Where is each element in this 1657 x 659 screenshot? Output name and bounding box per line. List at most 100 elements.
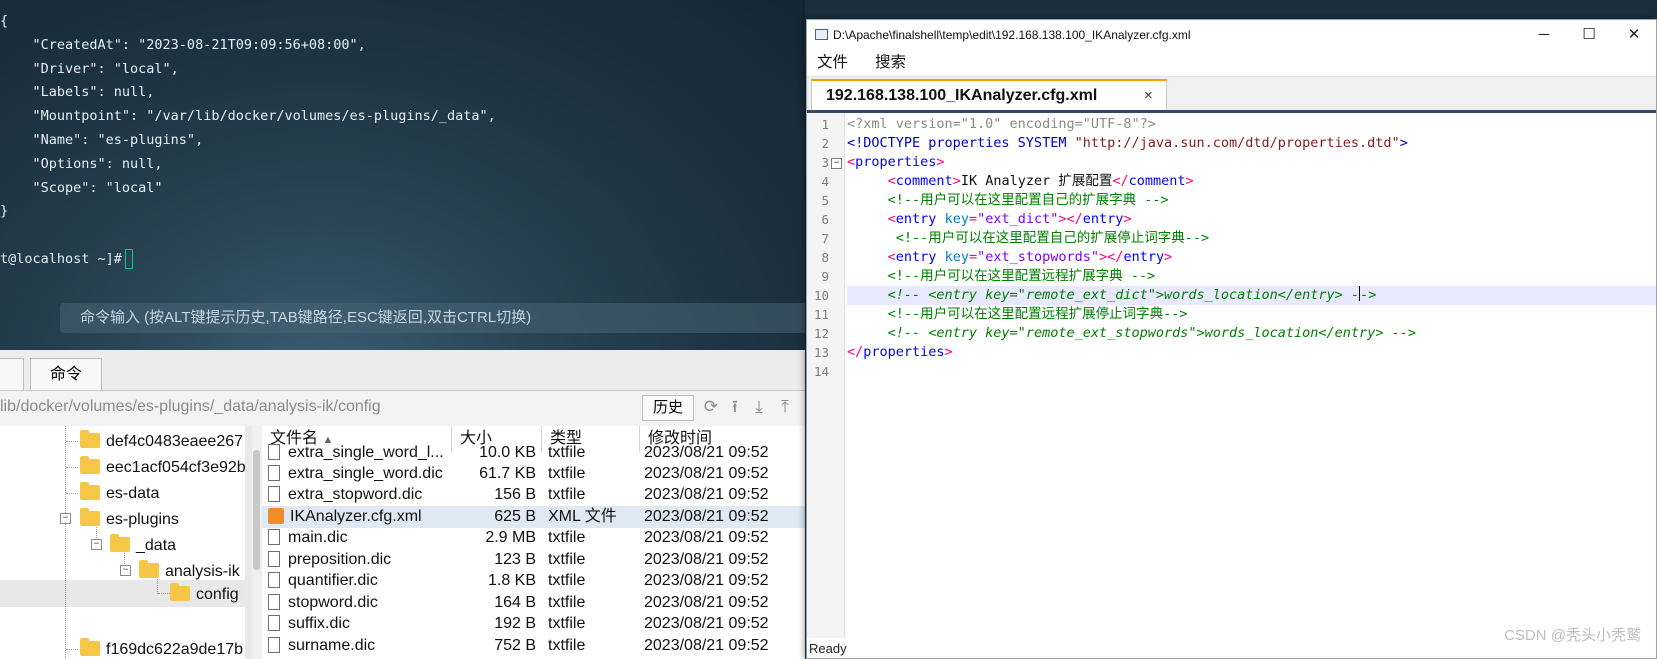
file-type: txtfile	[548, 615, 586, 632]
tree-item[interactable]: analysis-ik	[139, 560, 240, 584]
scrollbar-thumb[interactable]	[253, 450, 260, 570]
file-name-cell: preposition.dic	[268, 549, 450, 571]
menu-search[interactable]: 搜索	[875, 50, 906, 76]
xml-comment: </entry>	[1277, 287, 1343, 303]
tree-item-label: _data	[136, 537, 177, 554]
tree-item-label: config	[196, 586, 239, 603]
file-type: txtfile	[548, 465, 586, 482]
refresh-icon[interactable]: ⟳	[702, 397, 720, 417]
xml-declaration: <?xml version="1.0" encoding="UTF-8"?>	[847, 116, 1156, 132]
file-type: txtfile	[548, 572, 586, 589]
tree-line	[66, 493, 78, 494]
file-row[interactable]: surname.dic 752 B txtfile 2023/08/21 09:52	[262, 635, 805, 657]
xml-attribute-value: ext_dict	[985, 211, 1051, 227]
xml-comment: <!--用户可以在这里配置自己的扩展字典 -->	[887, 192, 1169, 208]
code-editor[interactable]: 1 2 3 4 5 6 7 8 9 10 11 12 13 14− <?xml version="1.0"…	[807, 113, 1656, 643]
minimize-button[interactable]: ─	[1522, 20, 1566, 50]
collapse-toggle-icon[interactable]: −	[60, 513, 71, 524]
code-line-5: <!--用户可以在这里配置自己的扩展字典 -->	[847, 191, 1169, 210]
terminal-panel[interactable]: { "CreatedAt": "2023-08-21T09:09:56+08:0…	[0, 0, 805, 350]
text-file-icon	[268, 444, 280, 460]
doctype: <!DOCTYPE properties SYSTEM	[847, 135, 1075, 151]
file-row[interactable]: preposition.dic 123 B txtfile 2023/08/21 09…	[262, 549, 805, 571]
terminal-line: "CreatedAt": "2023-08-21T09:09:56+08:00"…	[0, 36, 366, 53]
xml-tag: entry	[895, 211, 937, 227]
terminal-line: "Driver": "local",	[0, 60, 179, 77]
tree-item[interactable]: f169dc622a9de17b	[80, 638, 243, 659]
file-modified: 2023/08/21 09:52	[644, 615, 769, 632]
line-number: 10	[813, 288, 829, 303]
file-row[interactable]: quantifier.dic 1.8 KB txtfile 2023/08/21 09…	[262, 570, 805, 592]
download-icon[interactable]: ⤓	[750, 397, 768, 417]
tab-command[interactable]: 命令	[30, 358, 102, 390]
editor-tab-bar: 192.168.138.100_IKAnalyzer.cfg.xml ×	[807, 77, 1656, 113]
code-line-8: <entry key="ext_stopwords"></entry>	[887, 249, 1173, 265]
code-line-7: <!--用户可以在这里配置自己的扩展停止词字典-->	[847, 229, 1209, 248]
tab-files[interactable]	[0, 358, 24, 390]
command-input[interactable]: 命令输入 (按ALT键提示历史,TAB键路径,ESC键返回,双击CTRL切换)	[60, 303, 805, 333]
tree-item[interactable]: eec1acf054cf3e92b	[80, 456, 246, 480]
file-type: txtfile	[548, 486, 586, 503]
code-line-9: <!--用户可以在这里配置远程扩展字典 -->	[847, 267, 1156, 286]
window-titlebar[interactable]: D:\Apache\finalshell\temp\edit\192.168.1…	[807, 20, 1656, 50]
file-name: extra_stopword.dic	[288, 486, 423, 503]
file-row[interactable]: extra_single_word.dic 61.7 KB txtfile 2023/…	[262, 463, 805, 485]
file-name: IKAnalyzer.cfg.xml	[290, 508, 422, 525]
file-name: suffix.dic	[288, 615, 350, 632]
upload-tray-icon[interactable]: ⤒	[776, 397, 794, 417]
file-row[interactable]: main.dic 2.9 MB txtfile 2023/08/21 09:52	[262, 527, 805, 549]
file-type: txtfile	[548, 594, 586, 611]
file-name: extra_single_word.dic	[288, 465, 443, 482]
file-manager: 命令 lib/docker/volumes/es-plugins/_data/a…	[0, 350, 805, 659]
file-row[interactable]: stopword.dic 164 B txtfile 2023/08/21 09:52	[262, 592, 805, 614]
code-line-1: <?xml version="1.0" encoding="UTF-8"?>	[847, 115, 1156, 134]
file-row[interactable]: IKAnalyzer.cfg.xml 625 B XML 文件 2023/08/21 …	[262, 506, 805, 528]
menu-file[interactable]: 文件	[817, 50, 848, 76]
file-modified: 2023/08/21 09:52	[644, 529, 769, 546]
file-type: txtfile	[548, 444, 586, 461]
terminal-line: "Labels": null,	[0, 84, 155, 101]
tree-item-label: f169dc622a9de17b	[106, 641, 244, 658]
xml-text: IK Analyzer 扩展配置	[960, 173, 1113, 189]
file-name: preposition.dic	[288, 551, 392, 568]
file-row[interactable]: extra_single_word_l... 10.0 KB txtfile 2023…	[262, 442, 805, 464]
text-file-icon	[268, 551, 280, 567]
file-row[interactable]: suffix.dic 192 B txtfile 2023/08/21 09:52	[262, 613, 805, 635]
tree-item[interactable]: _data	[110, 534, 176, 558]
file-size: 123 B	[494, 551, 536, 568]
collapse-toggle-icon[interactable]: −	[120, 565, 131, 576]
fold-toggle-icon[interactable]: −	[831, 158, 842, 169]
directory-tree: def4c0483eaee267 eec1acf054cf3e92b es-da…	[0, 426, 253, 659]
line-number: 6	[821, 212, 829, 227]
history-button[interactable]: 历史	[642, 395, 694, 421]
line-number: 8	[821, 250, 829, 265]
file-name: quantifier.dic	[288, 572, 378, 589]
tree-item[interactable]: def4c0483eaee267	[80, 430, 243, 454]
folder-icon	[80, 482, 100, 500]
doctype-end: >	[1399, 135, 1408, 151]
xml-comment: words_location	[1204, 325, 1319, 341]
maximize-button[interactable]: ☐	[1567, 20, 1611, 50]
tree-item[interactable]: es-plugins	[80, 508, 179, 532]
line-number: 12	[813, 326, 829, 341]
terminal-prompt: t@localhost ~]#	[0, 250, 122, 267]
text-file-icon	[268, 572, 280, 588]
text-file-icon	[268, 594, 280, 610]
upload-icon[interactable]: ⭱	[726, 397, 744, 417]
tree-item-selected[interactable]: config	[170, 583, 239, 607]
tree-item-label: def4c0483eaee267	[106, 433, 244, 450]
close-button[interactable]: ✕	[1612, 20, 1656, 50]
tree-item[interactable]: es-data	[80, 482, 159, 506]
collapse-toggle-icon[interactable]: −	[91, 539, 102, 550]
file-name-cell: IKAnalyzer.cfg.xml	[268, 506, 450, 528]
tab-close-icon[interactable]: ×	[1144, 81, 1153, 110]
text-file-icon	[268, 486, 280, 502]
file-row[interactable]: extra_stopword.dic 156 B txtfile 2023/08/21…	[262, 484, 805, 506]
file-name-cell: quantifier.dic	[268, 570, 450, 592]
terminal-prompt-line: t@localhost ~]#	[0, 248, 496, 272]
path-input[interactable]: lib/docker/volumes/es-plugins/_data/anal…	[0, 392, 630, 422]
file-size: 1.8 KB	[487, 572, 536, 589]
tab-ikanalyzer-cfg[interactable]: 192.168.138.100_IKAnalyzer.cfg.xml ×	[811, 79, 1167, 110]
terminal-line: }	[0, 203, 9, 220]
